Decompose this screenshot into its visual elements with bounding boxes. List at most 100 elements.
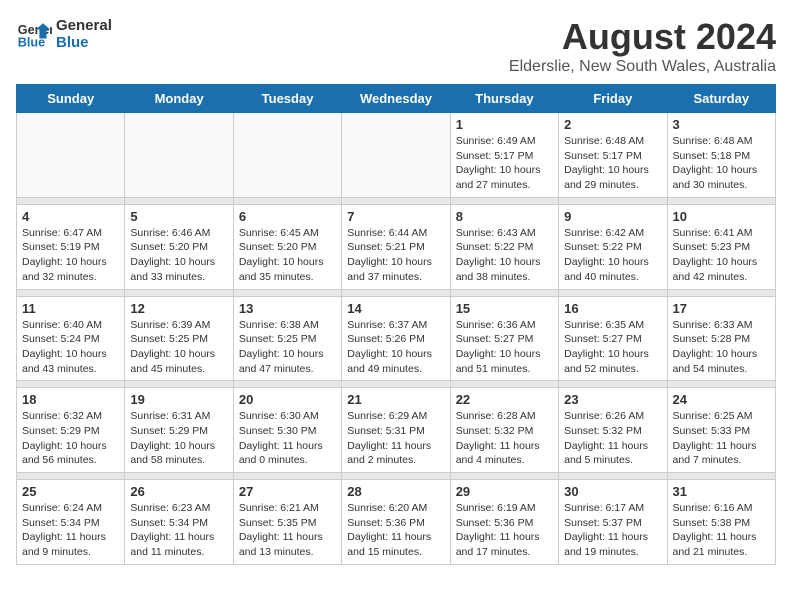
- day-info: Sunrise: 6:49 AMSunset: 5:17 PMDaylight:…: [456, 134, 553, 193]
- day-number: 27: [239, 484, 336, 499]
- calendar-cell-20: 20Sunrise: 6:30 AMSunset: 5:30 PMDayligh…: [233, 388, 341, 473]
- calendar-cell-22: 22Sunrise: 6:28 AMSunset: 5:32 PMDayligh…: [450, 388, 558, 473]
- location-title: Elderslie, New South Wales, Australia: [509, 58, 776, 76]
- weekday-header-sunday: Sunday: [17, 85, 125, 113]
- day-info: Sunrise: 6:19 AMSunset: 5:36 PMDaylight:…: [456, 501, 553, 560]
- day-info: Sunrise: 6:25 AMSunset: 5:33 PMDaylight:…: [673, 409, 770, 468]
- calendar-cell-15: 15 Sunrise: 6:36 AMSunset: 5:27 PMDayligh…: [450, 296, 558, 381]
- calendar-cell-1: 1 Sunrise: 6:49 AMSunset: 5:17 PMDaylight…: [450, 113, 558, 198]
- day-number: 24: [673, 392, 770, 407]
- day-number: 31: [673, 484, 770, 499]
- day-number: 3: [673, 117, 770, 132]
- day-number: 7: [347, 209, 444, 224]
- week-separator-1: [17, 197, 776, 204]
- day-info: Sunrise: 6:33 AMSunset: 5:28 PMDaylight:…: [673, 318, 770, 377]
- day-info: Sunrise: 6:36 AMSunset: 5:27 PMDaylight:…: [456, 318, 553, 377]
- day-info: Sunrise: 6:44 AMSunset: 5:21 PMDaylight:…: [347, 226, 444, 285]
- weekday-header-wednesday: Wednesday: [342, 85, 450, 113]
- week-separator-2: [17, 289, 776, 296]
- day-info: Sunrise: 6:24 AMSunset: 5:34 PMDaylight:…: [22, 501, 119, 560]
- day-number: 23: [564, 392, 661, 407]
- day-info: Sunrise: 6:43 AMSunset: 5:22 PMDaylight:…: [456, 226, 553, 285]
- weekday-header-saturday: Saturday: [667, 85, 775, 113]
- week-separator-4: [17, 473, 776, 480]
- day-number: 15: [456, 301, 553, 316]
- calendar-table: SundayMondayTuesdayWednesdayThursdayFrid…: [16, 84, 776, 565]
- week-row-5: 25 Sunrise: 6:24 AMSunset: 5:34 PMDayligh…: [17, 480, 776, 565]
- day-number: 2: [564, 117, 661, 132]
- calendar-cell-empty: [233, 113, 341, 198]
- weekday-header-friday: Friday: [559, 85, 667, 113]
- day-info: Sunrise: 6:47 AMSunset: 5:19 PMDaylight:…: [22, 226, 119, 285]
- week-separator-3: [17, 381, 776, 388]
- calendar-cell-24: 24 Sunrise: 6:25 AMSunset: 5:33 PMDayligh…: [667, 388, 775, 473]
- day-number: 8: [456, 209, 553, 224]
- calendar-cell-4: 4 Sunrise: 6:47 AMSunset: 5:19 PMDaylight…: [17, 204, 125, 289]
- day-number: 11: [22, 301, 119, 316]
- day-number: 18: [22, 392, 119, 407]
- week-row-2: 4 Sunrise: 6:47 AMSunset: 5:19 PMDaylight…: [17, 204, 776, 289]
- day-info: Sunrise: 6:32 AMSunset: 5:29 PMDaylight:…: [22, 409, 119, 468]
- day-info: Sunrise: 6:31 AMSunset: 5:29 PMDaylight:…: [130, 409, 227, 468]
- day-info: Sunrise: 6:17 AMSunset: 5:37 PMDaylight:…: [564, 501, 661, 560]
- day-info: Sunrise: 6:46 AMSunset: 5:20 PMDaylight:…: [130, 226, 227, 285]
- calendar-cell-12: 12 Sunrise: 6:39 AMSunset: 5:25 PMDayligh…: [125, 296, 233, 381]
- day-number: 12: [130, 301, 227, 316]
- day-number: 26: [130, 484, 227, 499]
- day-info: Sunrise: 6:42 AMSunset: 5:22 PMDaylight:…: [564, 226, 661, 285]
- day-info: Sunrise: 6:40 AMSunset: 5:24 PMDaylight:…: [22, 318, 119, 377]
- weekday-header-tuesday: Tuesday: [233, 85, 341, 113]
- day-info: Sunrise: 6:35 AMSunset: 5:27 PMDaylight:…: [564, 318, 661, 377]
- day-number: 16: [564, 301, 661, 316]
- weekday-header-monday: Monday: [125, 85, 233, 113]
- day-info: Sunrise: 6:48 AMSunset: 5:17 PMDaylight:…: [564, 134, 661, 193]
- calendar-cell-27: 27Sunrise: 6:21 AMSunset: 5:35 PMDayligh…: [233, 480, 341, 565]
- day-number: 6: [239, 209, 336, 224]
- logo: General Blue General Blue: [16, 16, 112, 52]
- calendar-cell-5: 5Sunrise: 6:46 AMSunset: 5:20 PMDaylight…: [125, 204, 233, 289]
- calendar-title-area: August 2024 Elderslie, New South Wales, …: [509, 16, 776, 76]
- page-header: General Blue General Blue August 2024 El…: [16, 16, 776, 76]
- calendar-cell-25: 25 Sunrise: 6:24 AMSunset: 5:34 PMDayligh…: [17, 480, 125, 565]
- calendar-cell-8: 8 Sunrise: 6:43 AMSunset: 5:22 PMDaylight…: [450, 204, 558, 289]
- logo-general: General: [56, 17, 112, 34]
- day-number: 1: [456, 117, 553, 132]
- calendar-cell-3: 3 Sunrise: 6:48 AMSunset: 5:18 PMDaylight…: [667, 113, 775, 198]
- calendar-cell-empty: [125, 113, 233, 198]
- calendar-cell-21: 21Sunrise: 6:29 AMSunset: 5:31 PMDayligh…: [342, 388, 450, 473]
- day-number: 19: [130, 392, 227, 407]
- weekday-header-thursday: Thursday: [450, 85, 558, 113]
- logo-blue: Blue: [56, 34, 112, 51]
- day-number: 17: [673, 301, 770, 316]
- day-number: 14: [347, 301, 444, 316]
- logo-icon: General Blue: [16, 16, 52, 52]
- calendar-cell-18: 18 Sunrise: 6:32 AMSunset: 5:29 PMDayligh…: [17, 388, 125, 473]
- day-number: 29: [456, 484, 553, 499]
- day-number: 25: [22, 484, 119, 499]
- calendar-cell-2: 2 Sunrise: 6:48 AMSunset: 5:17 PMDaylight…: [559, 113, 667, 198]
- calendar-cell-26: 26 Sunrise: 6:23 AMSunset: 5:34 PMDayligh…: [125, 480, 233, 565]
- day-number: 28: [347, 484, 444, 499]
- day-info: Sunrise: 6:26 AMSunset: 5:32 PMDaylight:…: [564, 409, 661, 468]
- calendar-cell-14: 14 Sunrise: 6:37 AMSunset: 5:26 PMDayligh…: [342, 296, 450, 381]
- day-info: Sunrise: 6:39 AMSunset: 5:25 PMDaylight:…: [130, 318, 227, 377]
- calendar-body: 1 Sunrise: 6:49 AMSunset: 5:17 PMDaylight…: [17, 113, 776, 565]
- day-info: Sunrise: 6:23 AMSunset: 5:34 PMDaylight:…: [130, 501, 227, 560]
- calendar-cell-empty: [342, 113, 450, 198]
- day-info: Sunrise: 6:37 AMSunset: 5:26 PMDaylight:…: [347, 318, 444, 377]
- day-info: Sunrise: 6:29 AMSunset: 5:31 PMDaylight:…: [347, 409, 444, 468]
- calendar-cell-11: 11 Sunrise: 6:40 AMSunset: 5:24 PMDayligh…: [17, 296, 125, 381]
- day-number: 13: [239, 301, 336, 316]
- day-info: Sunrise: 6:48 AMSunset: 5:18 PMDaylight:…: [673, 134, 770, 193]
- day-number: 9: [564, 209, 661, 224]
- week-row-1: 1 Sunrise: 6:49 AMSunset: 5:17 PMDaylight…: [17, 113, 776, 198]
- calendar-cell-30: 30Sunrise: 6:17 AMSunset: 5:37 PMDayligh…: [559, 480, 667, 565]
- weekday-header-row: SundayMondayTuesdayWednesdayThursdayFrid…: [17, 85, 776, 113]
- calendar-cell-7: 7 Sunrise: 6:44 AMSunset: 5:21 PMDaylight…: [342, 204, 450, 289]
- day-number: 4: [22, 209, 119, 224]
- calendar-cell-29: 29 Sunrise: 6:19 AMSunset: 5:36 PMDayligh…: [450, 480, 558, 565]
- month-title: August 2024: [509, 16, 776, 58]
- calendar-cell-17: 17 Sunrise: 6:33 AMSunset: 5:28 PMDayligh…: [667, 296, 775, 381]
- calendar-cell-28: 28 Sunrise: 6:20 AMSunset: 5:36 PMDayligh…: [342, 480, 450, 565]
- day-info: Sunrise: 6:20 AMSunset: 5:36 PMDaylight:…: [347, 501, 444, 560]
